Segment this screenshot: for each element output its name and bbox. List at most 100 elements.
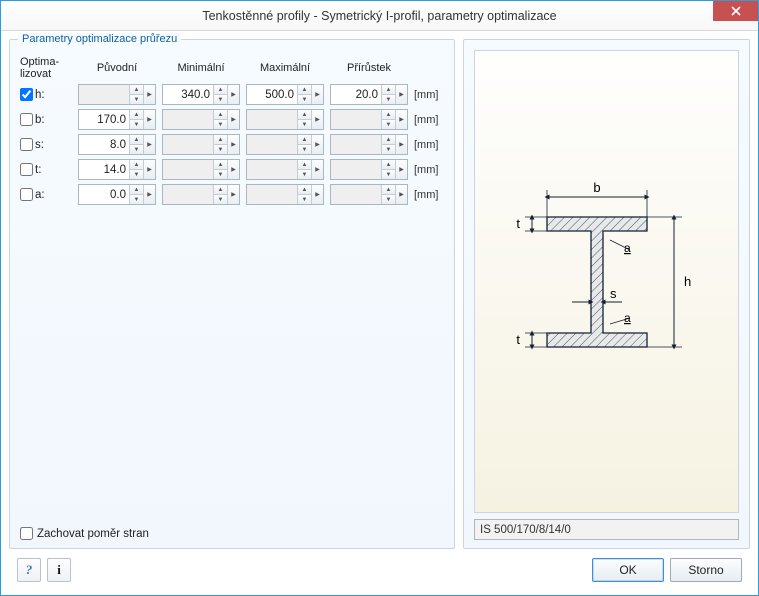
optimize-checkbox-b[interactable]: [20, 113, 33, 126]
min-t-down[interactable]: ▼: [214, 170, 227, 179]
inc-h-drop[interactable]: ▶: [395, 85, 407, 104]
min-b-down[interactable]: ▼: [214, 120, 227, 129]
orig-t-input[interactable]: [79, 160, 129, 179]
info-icon: i: [57, 562, 61, 578]
inc-t-up[interactable]: ▲: [382, 160, 395, 170]
inc-t-drop[interactable]: ▶: [395, 160, 407, 179]
inc-b-input: [331, 110, 381, 129]
unit-t: [mm]: [414, 164, 444, 176]
min-b-up[interactable]: ▲: [214, 110, 227, 120]
unit-h: [mm]: [414, 89, 444, 101]
max-s-drop[interactable]: ▶: [311, 135, 323, 154]
orig-h: ▲▼ ▶: [78, 84, 156, 105]
orig-a-up[interactable]: ▲: [130, 185, 143, 195]
orig-a-input[interactable]: [79, 185, 129, 204]
orig-h-up[interactable]: ▲: [130, 85, 143, 95]
max-h-down[interactable]: ▼: [298, 95, 311, 104]
min-b-drop[interactable]: ▶: [227, 110, 239, 129]
inc-t-input: [331, 160, 381, 179]
max-s-down[interactable]: ▼: [298, 145, 311, 154]
max-h-input[interactable]: [247, 85, 297, 104]
param-label-a: a:: [35, 189, 45, 201]
window-title: Tenkostěnné profily - Symetrický I-profi…: [1, 9, 758, 23]
max-b-drop[interactable]: ▶: [311, 110, 323, 129]
max-b-down[interactable]: ▼: [298, 120, 311, 129]
orig-b-down[interactable]: ▼: [130, 120, 143, 129]
optimize-checkbox-s[interactable]: [20, 138, 33, 151]
orig-s-drop[interactable]: ▶: [143, 135, 155, 154]
max-h-up[interactable]: ▲: [298, 85, 311, 95]
cancel-button[interactable]: Storno: [670, 558, 742, 582]
min-t-drop[interactable]: ▶: [227, 160, 239, 179]
ok-button[interactable]: OK: [592, 558, 664, 582]
max-b-up[interactable]: ▲: [298, 110, 311, 120]
min-a-input: [163, 185, 213, 204]
min-h-drop[interactable]: ▶: [227, 85, 239, 104]
min-a-drop[interactable]: ▶: [227, 185, 239, 204]
inc-b-up[interactable]: ▲: [382, 110, 395, 120]
min-s-input: [163, 135, 213, 154]
max-t-drop[interactable]: ▶: [311, 160, 323, 179]
preserve-aspect-row: Zachovat poměr stran: [20, 521, 444, 540]
orig-t-down[interactable]: ▼: [130, 170, 143, 179]
info-button[interactable]: i: [47, 558, 71, 582]
inc-b-drop[interactable]: ▶: [395, 110, 407, 129]
min-h-input[interactable]: [163, 85, 213, 104]
optimize-checkbox-a[interactable]: [20, 188, 33, 201]
close-button[interactable]: [713, 1, 758, 21]
orig-h-drop[interactable]: ▶: [143, 85, 155, 104]
min-h-down[interactable]: ▼: [214, 95, 227, 104]
parameters-inner: Optima-lizovat Původní Minimální Maximál…: [10, 40, 454, 548]
min-t-up[interactable]: ▲: [214, 160, 227, 170]
optimize-checkbox-h[interactable]: [20, 88, 33, 101]
column-headers: Optima-lizovat Původní Minimální Maximál…: [20, 56, 444, 80]
max-b-input: [247, 110, 297, 129]
optimize-checkbox-t[interactable]: [20, 163, 33, 176]
max-t-down[interactable]: ▼: [298, 170, 311, 179]
inc-h-down[interactable]: ▼: [382, 95, 395, 104]
param-row-s: s: ▲▼ ▶ ▲▼ ▶: [20, 134, 444, 155]
inc-s-drop[interactable]: ▶: [395, 135, 407, 154]
preserve-aspect-checkbox[interactable]: [20, 527, 33, 540]
inc-s-up[interactable]: ▲: [382, 135, 395, 145]
inc-a-drop[interactable]: ▶: [395, 185, 407, 204]
orig-a-drop[interactable]: ▶: [143, 185, 155, 204]
inc-s-down[interactable]: ▼: [382, 145, 395, 154]
min-s-drop[interactable]: ▶: [227, 135, 239, 154]
inc-a-down[interactable]: ▼: [382, 195, 395, 204]
orig-h-down[interactable]: ▼: [130, 95, 143, 104]
min-b-input: [163, 110, 213, 129]
max-h-drop[interactable]: ▶: [311, 85, 323, 104]
inc-t-down[interactable]: ▼: [382, 170, 395, 179]
max-a-up[interactable]: ▲: [298, 185, 311, 195]
max-s-up[interactable]: ▲: [298, 135, 311, 145]
inc-b-down[interactable]: ▼: [382, 120, 395, 129]
max-a-down[interactable]: ▼: [298, 195, 311, 204]
orig-b-up[interactable]: ▲: [130, 110, 143, 120]
min-h-up[interactable]: ▲: [214, 85, 227, 95]
orig-s-up[interactable]: ▲: [130, 135, 143, 145]
orig-s-input[interactable]: [79, 135, 129, 154]
min-a-up[interactable]: ▲: [214, 185, 227, 195]
orig-s: ▲▼ ▶: [78, 134, 156, 155]
max-a: ▲▼ ▶: [246, 184, 324, 205]
orig-a: ▲▼ ▶: [78, 184, 156, 205]
help-button[interactable]: ?: [17, 558, 41, 582]
preserve-aspect-label: Zachovat poměr stran: [37, 528, 149, 540]
max-t-up[interactable]: ▲: [298, 160, 311, 170]
min-s-up[interactable]: ▲: [214, 135, 227, 145]
min-s-down[interactable]: ▼: [214, 145, 227, 154]
max-a-drop[interactable]: ▶: [311, 185, 323, 204]
min-a-down[interactable]: ▼: [214, 195, 227, 204]
inc-h-up[interactable]: ▲: [382, 85, 395, 95]
orig-t-drop[interactable]: ▶: [143, 160, 155, 179]
orig-s-down[interactable]: ▼: [130, 145, 143, 154]
inc-h-input[interactable]: [331, 85, 381, 104]
inc-a-input: [331, 185, 381, 204]
orig-b-drop[interactable]: ▶: [143, 110, 155, 129]
inc-a-up[interactable]: ▲: [382, 185, 395, 195]
max-b: ▲▼ ▶: [246, 109, 324, 130]
orig-b-input[interactable]: [79, 110, 129, 129]
orig-t-up[interactable]: ▲: [130, 160, 143, 170]
orig-a-down[interactable]: ▼: [130, 195, 143, 204]
